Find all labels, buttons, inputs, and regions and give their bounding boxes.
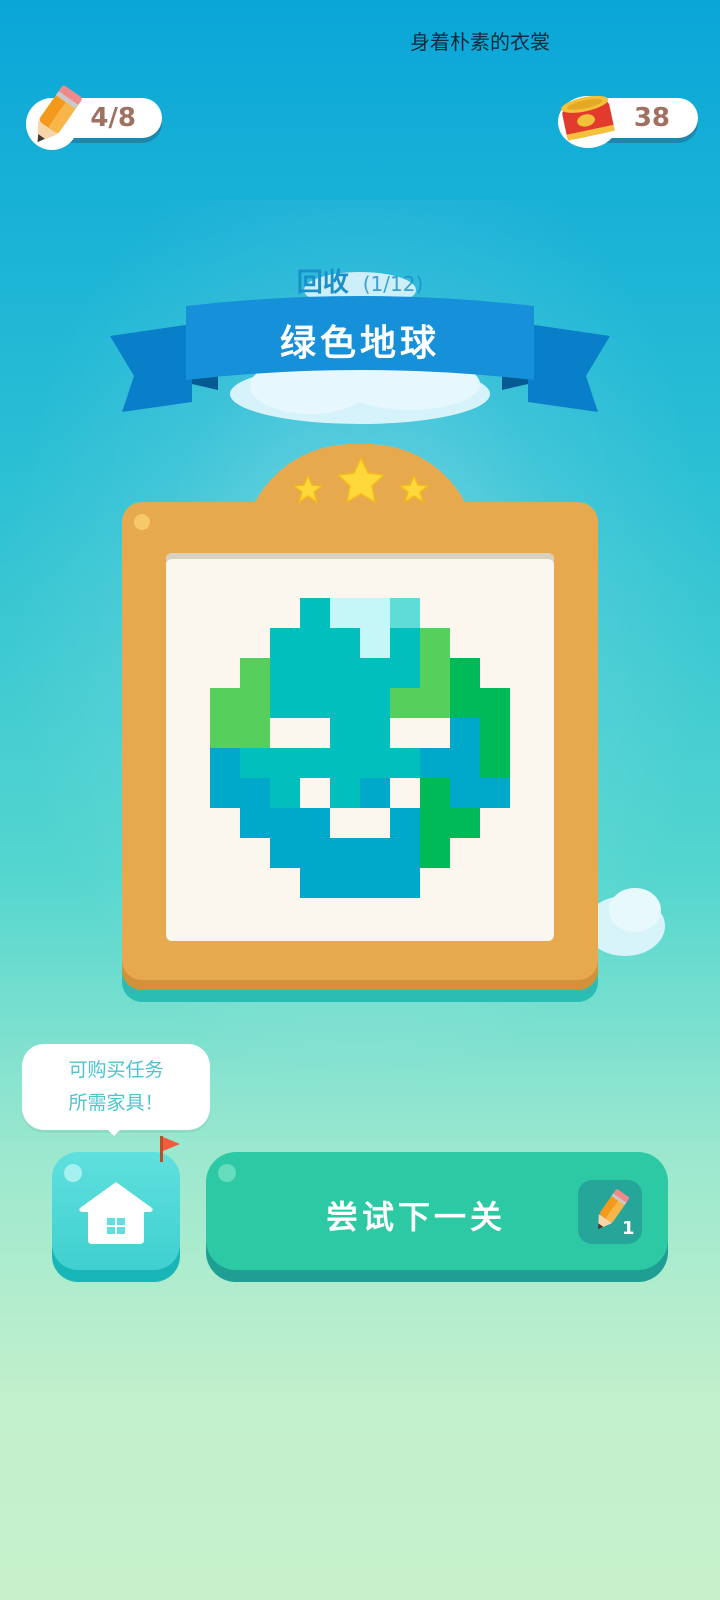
star-icon [336,456,386,504]
coin-can-icon [558,95,618,148]
pencil-icon [26,85,82,150]
frame-dot [134,514,150,530]
next-cost: 1 [622,1218,635,1239]
button-shine [218,1164,236,1182]
flag-icon [160,1136,180,1162]
bubble-tail [104,1126,124,1136]
tip-line-2: 所需家具！ [68,1092,164,1114]
pencil-count: 4/8 [90,103,136,133]
star-icon [398,474,430,504]
earth-pixel-art [210,598,510,898]
top-caption: 身着朴素的衣裳 [410,30,550,54]
level-title: 绿色地球 [279,323,440,364]
stars-rating [292,456,430,504]
house-icon[interactable] [76,1178,156,1246]
next-level-label: 尝试下一关 [325,1198,506,1236]
tip-line-1: 可购买任务 [68,1059,164,1081]
tip-bubble: 可购买任务 所需家具！ [22,1044,210,1130]
coin-count: 38 [633,103,670,133]
star-icon [292,474,324,504]
